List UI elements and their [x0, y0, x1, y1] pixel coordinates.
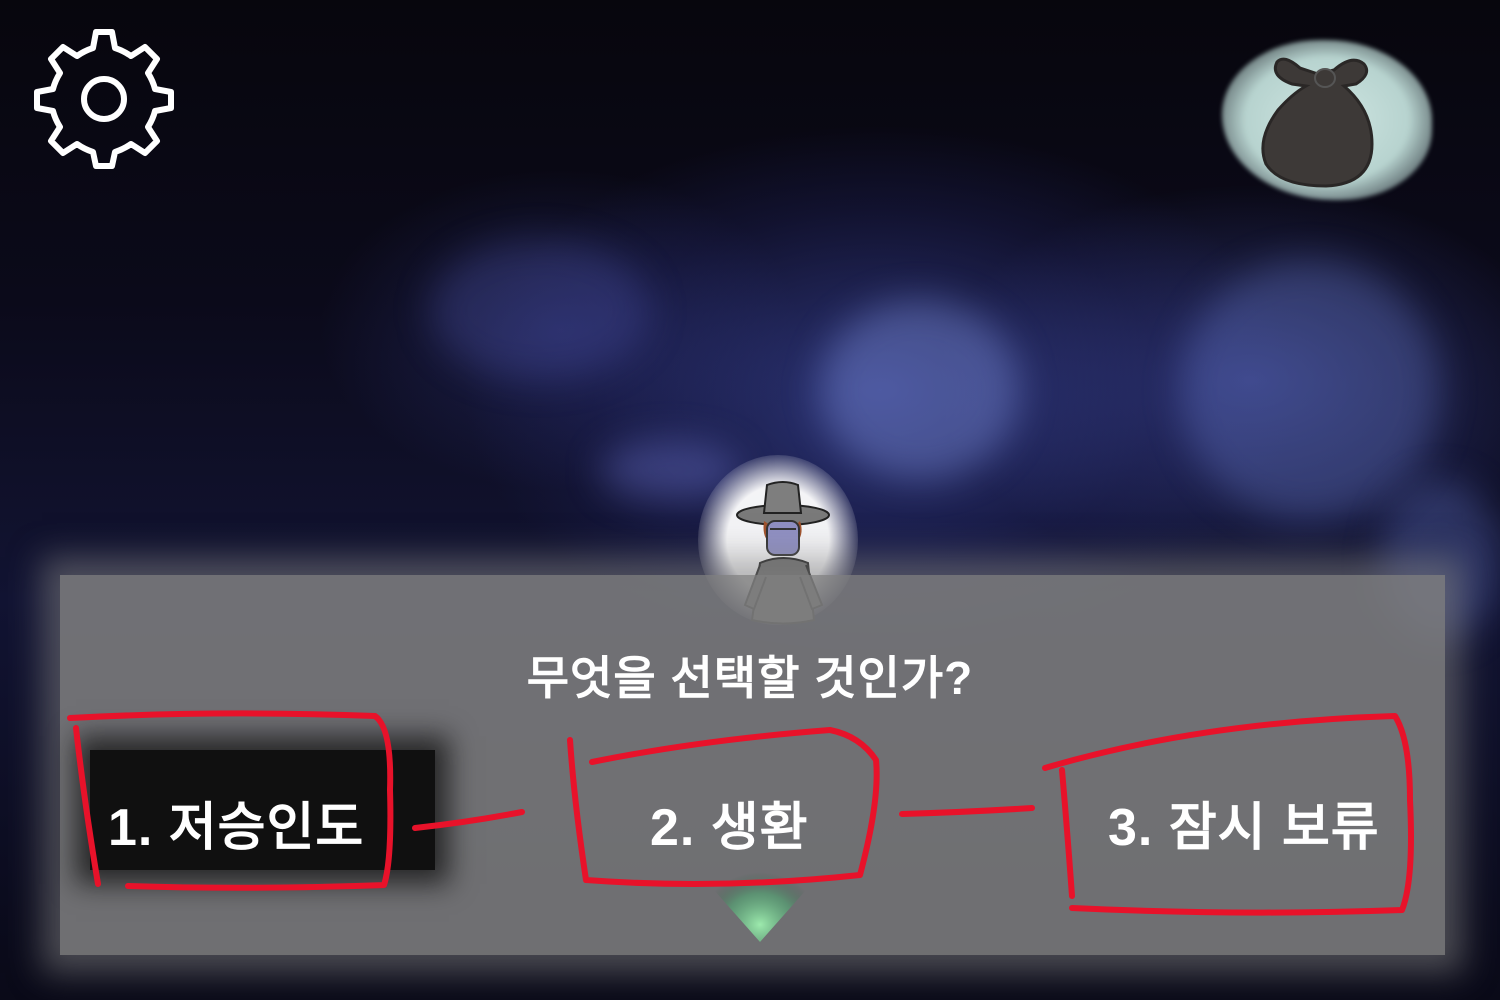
choice-label: 1. 저승인도	[108, 799, 365, 857]
choice-label: 3. 잠시 보류	[1108, 799, 1380, 857]
choice-option-2[interactable]: 2. 생환	[565, 730, 885, 895]
cave-light-streak	[820, 300, 1020, 480]
settings-button[interactable]	[28, 26, 180, 172]
dialog-question: 무엇을 선택할 것인가?	[526, 652, 974, 704]
choice-option-3[interactable]: 3. 잠시 보류	[1040, 715, 1420, 915]
game-scene: 무엇을 선택할 것인가? 1. 저승인도 2. 생환 3. 잠시 보류	[0, 0, 1500, 1000]
choice-option-1[interactable]: 1. 저승인도	[70, 710, 435, 895]
gear-icon	[34, 29, 174, 169]
inventory-button[interactable]	[1222, 40, 1432, 200]
choice-label: 2. 생환	[650, 799, 809, 857]
bag-icon	[1261, 57, 1374, 188]
cave-light-streak	[430, 240, 650, 380]
cave-light-streak	[1180, 260, 1440, 520]
